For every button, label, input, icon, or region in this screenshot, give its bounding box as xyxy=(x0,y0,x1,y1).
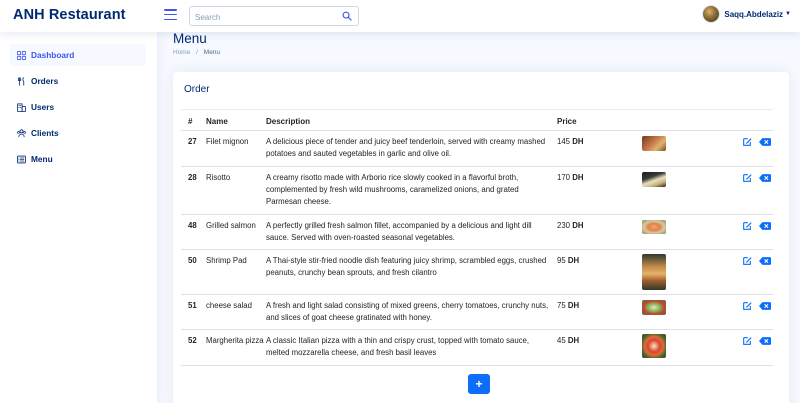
menu-card: Order # Name Description Price 27 Filet … xyxy=(173,72,789,403)
chevron-down-icon: ▼ xyxy=(785,11,791,17)
search-bar xyxy=(189,6,359,27)
price-currency: DH xyxy=(572,137,584,146)
edit-icon[interactable] xyxy=(742,137,752,147)
sidebar-item-label: Users xyxy=(31,102,55,112)
delete-icon[interactable] xyxy=(759,173,771,183)
row-description: A creamy risotto made with Arborio rice … xyxy=(266,173,519,206)
sidebar-toggle-icon[interactable] xyxy=(164,9,177,21)
price-value: 75 xyxy=(557,301,566,310)
row-price: 95 DH xyxy=(557,255,579,267)
sidebar-item-label: Clients xyxy=(31,128,59,138)
profile-menu[interactable]: Saqq.Abdelaziz ▼ xyxy=(702,5,791,23)
breadcrumb-home[interactable]: Home xyxy=(173,49,190,56)
top-header: ANH Restaurant Saqq.Abdelaziz ▼ xyxy=(0,0,800,32)
price-value: 170 xyxy=(557,173,571,182)
delete-icon[interactable] xyxy=(759,256,771,266)
sidebar-item-label: Orders xyxy=(31,76,59,86)
row-name: Margherita pizza xyxy=(206,336,264,345)
sidebar-item-clients[interactable]: Clients xyxy=(10,122,146,144)
add-dish-button[interactable]: + xyxy=(468,374,490,394)
price-currency: DH xyxy=(567,336,580,345)
sidebar-item-dashboard[interactable]: Dashboard xyxy=(10,44,146,66)
search-icon[interactable] xyxy=(342,11,352,21)
table-row: 51 cheese salad A fresh and light salad … xyxy=(181,295,773,330)
row-name: cheese salad xyxy=(206,301,252,310)
edit-icon[interactable] xyxy=(742,173,752,183)
price-currency: DH xyxy=(572,173,584,182)
edit-icon[interactable] xyxy=(742,301,752,311)
sidebar-item-label: Dashboard xyxy=(31,50,75,60)
row-name: Shrimp Pad xyxy=(206,256,247,265)
row-name: Risotto xyxy=(206,173,231,182)
delete-icon[interactable] xyxy=(759,336,771,346)
row-id: 28 xyxy=(188,173,197,182)
column-header-name: Name xyxy=(206,117,228,126)
row-id: 27 xyxy=(188,137,197,146)
dish-image xyxy=(642,334,666,358)
price-currency: DH xyxy=(572,221,584,230)
card-title: Order xyxy=(184,84,210,95)
breadcrumb: Home / Menu xyxy=(173,49,220,56)
delete-icon[interactable] xyxy=(759,301,771,311)
list-icon xyxy=(17,155,26,163)
edit-icon[interactable] xyxy=(742,221,752,231)
table-row: 50 Shrimp Pad A Thai-style stir-fried no… xyxy=(181,250,773,295)
grid-icon xyxy=(17,50,26,60)
sidebar-item-orders[interactable]: Orders xyxy=(10,70,146,92)
delete-icon[interactable] xyxy=(759,137,771,147)
price-value: 145 xyxy=(557,137,571,146)
price-currency: DH xyxy=(567,301,580,310)
column-header-id: # xyxy=(188,117,193,126)
utensils-icon xyxy=(17,76,25,86)
row-description: A Thai-style stir-fried noodle dish feat… xyxy=(266,256,547,277)
row-price: 45 DH xyxy=(557,335,579,347)
row-id: 50 xyxy=(188,256,197,265)
dish-image xyxy=(642,172,666,187)
people-icon xyxy=(17,128,26,137)
sidebar: Dashboard Orders Users Clients Menu xyxy=(0,32,157,403)
row-price: 230 DH xyxy=(557,220,583,232)
row-price: 75 DH xyxy=(557,300,579,312)
avatar xyxy=(702,5,721,23)
dish-image xyxy=(642,136,666,151)
price-currency: DH xyxy=(567,256,580,265)
column-header-description: Description xyxy=(266,117,311,126)
table-row: 27 Filet mignon A delicious piece of ten… xyxy=(181,131,773,167)
breadcrumb-current: Menu xyxy=(203,49,221,56)
row-id: 52 xyxy=(188,336,197,345)
row-id: 48 xyxy=(188,221,197,230)
dish-image xyxy=(642,300,666,315)
table-header: # Name Description Price xyxy=(181,109,773,131)
edit-icon[interactable] xyxy=(742,256,752,266)
price-value: 45 xyxy=(557,336,566,345)
row-price: 170 DH xyxy=(557,172,583,184)
row-description: A fresh and light salad consisting of mi… xyxy=(266,301,549,322)
table-row: 52 Margherita pizza A classic Italian pi… xyxy=(181,330,773,366)
breadcrumb-separator: / xyxy=(196,49,198,56)
row-id: 51 xyxy=(188,301,197,310)
column-header-price: Price xyxy=(557,117,577,126)
edit-icon[interactable] xyxy=(742,336,752,346)
sidebar-item-users[interactable]: Users xyxy=(10,96,146,118)
sidebar-item-label: Menu xyxy=(31,154,53,164)
app-logo[interactable]: ANH Restaurant xyxy=(13,7,126,23)
sidebar-item-menu[interactable]: Menu xyxy=(10,148,146,170)
row-price: 145 DH xyxy=(557,136,583,148)
dish-image xyxy=(642,254,666,290)
dish-image xyxy=(642,220,666,234)
profile-name: Saqq.Abdelaziz xyxy=(724,9,784,19)
table-row: 28 Risotto A creamy risotto made with Ar… xyxy=(181,167,773,215)
search-input[interactable] xyxy=(190,8,330,27)
table-row: 48 Grilled salmon A perfectly grilled fr… xyxy=(181,215,773,250)
page-title: Menu xyxy=(173,31,207,46)
building-icon xyxy=(17,102,26,112)
row-description: A classic Italian pizza with a thin and … xyxy=(266,336,530,357)
delete-icon[interactable] xyxy=(759,221,771,231)
row-description: A perfectly grilled fresh salmon fillet,… xyxy=(266,221,532,242)
row-description: A delicious piece of tender and juicy be… xyxy=(266,137,546,158)
row-name: Filet mignon xyxy=(206,137,249,146)
row-name: Grilled salmon xyxy=(206,221,256,230)
price-value: 230 xyxy=(557,221,571,230)
price-value: 95 xyxy=(557,256,566,265)
